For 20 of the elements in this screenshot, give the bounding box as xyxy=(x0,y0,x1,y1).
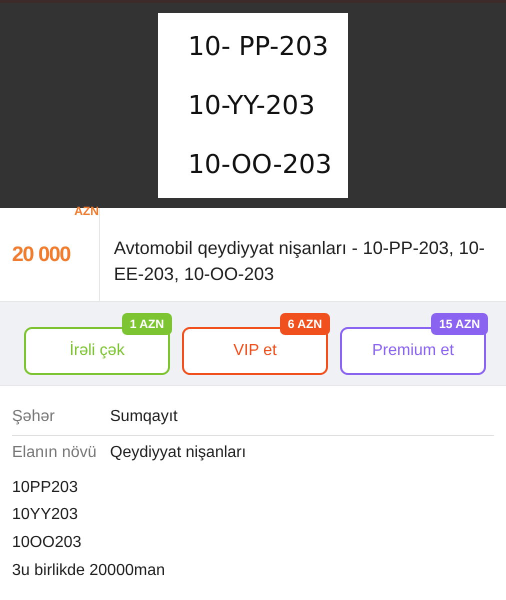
property-label: Elanın növü xyxy=(12,442,98,463)
description-line: 10PP203 xyxy=(12,478,79,498)
price: 20 000 xyxy=(12,242,70,268)
image-text: 10-YY-203 xyxy=(188,92,316,118)
promote-button[interactable]: Premium et xyxy=(340,327,486,375)
price-tag: 1 AZN xyxy=(122,313,172,335)
property-value: Sumqayıt xyxy=(110,407,178,427)
currency: AZN xyxy=(74,203,99,220)
price-tag: 6 AZN xyxy=(280,313,330,335)
description-line: 10YY203 xyxy=(12,505,79,526)
promote-button[interactable]: VIP et xyxy=(182,327,328,375)
listing-title: Avtomobil qeydiyyat nişanları - 10-PP-203, 10-EE-203, 10-OO-203 xyxy=(112,237,486,286)
property-value: Qeydiyyat nişanları xyxy=(110,442,246,463)
image-text: 10-OO-203 xyxy=(188,152,333,178)
promote-button[interactable]: İrəli çək xyxy=(24,327,170,375)
price-tag: 15 AZN xyxy=(431,313,488,335)
description-line: 3u birlikde 20000man xyxy=(12,560,166,581)
property-label: Şəhər xyxy=(12,407,56,427)
image-text: 10- PP-203 xyxy=(188,34,330,60)
description-line: 10OO203 xyxy=(12,533,82,554)
